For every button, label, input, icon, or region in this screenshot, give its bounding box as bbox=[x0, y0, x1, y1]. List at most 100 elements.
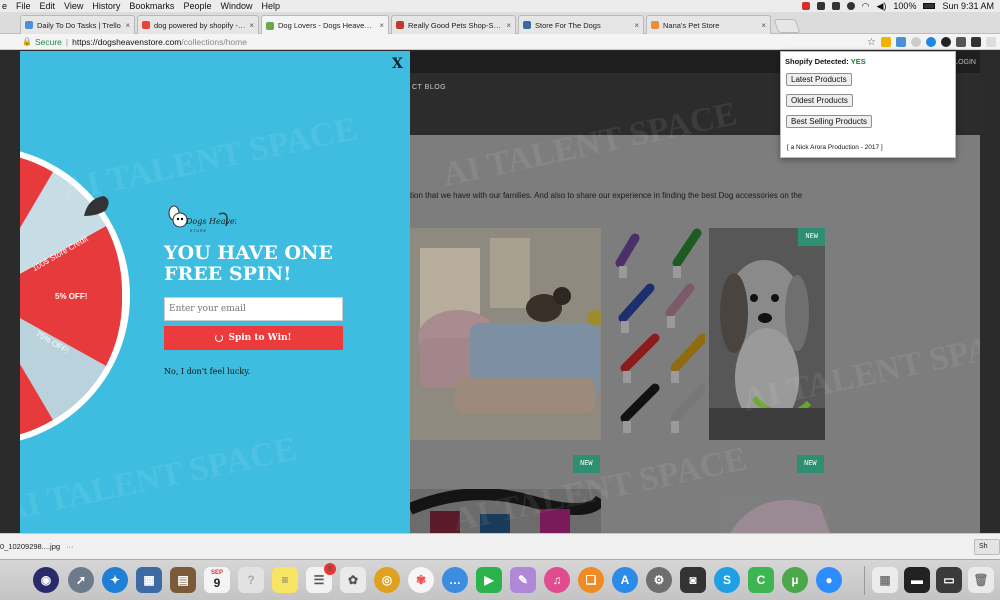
screenshot-icon[interactable]: ◙ bbox=[680, 567, 706, 593]
menu-file[interactable]: File bbox=[16, 1, 31, 11]
download-options-icon[interactable]: ··· bbox=[66, 542, 74, 551]
facetime-icon[interactable]: ▶ bbox=[476, 567, 502, 593]
logo-text: Dogs Heaven bbox=[185, 217, 236, 226]
latest-products-button[interactable]: Latest Products bbox=[786, 73, 852, 86]
mac-dock: ◉ ➚ ✦ ▦ ▤ SEP 9 ? ≡ ☰ 8 ✿ ◎ ✾ … ▶ ✎ ♫ ❑ A … bbox=[0, 559, 1000, 600]
app-store-icon[interactable]: A bbox=[612, 567, 638, 593]
zoom-icon[interactable]: ● bbox=[816, 567, 842, 593]
menu-history[interactable]: History bbox=[92, 1, 120, 11]
tab-nanas-pet-store[interactable]: Nana's Pet Store × bbox=[646, 15, 771, 34]
tab-close-icon[interactable]: × bbox=[761, 21, 766, 30]
volume-icon[interactable]: ◀) bbox=[877, 1, 887, 12]
app-menu-partial[interactable]: e bbox=[2, 1, 7, 11]
menu-bookmarks[interactable]: Bookmarks bbox=[129, 1, 174, 11]
help-icon[interactable]: ? bbox=[238, 567, 264, 593]
product-image-seat-belts[interactable] bbox=[615, 228, 705, 440]
calendar-day: 9 bbox=[213, 576, 221, 590]
decline-link[interactable]: No, I don't feel lucky. bbox=[164, 367, 250, 376]
url-text[interactable]: https://dogsheavenstore.com/collections/… bbox=[72, 37, 247, 47]
popup-close-button[interactable]: X bbox=[392, 56, 403, 72]
system-preferences-icon[interactable]: ⚙ bbox=[646, 567, 672, 593]
product-image-dog-beds[interactable] bbox=[410, 228, 601, 440]
email-input[interactable] bbox=[164, 297, 343, 321]
chrome-icon[interactable]: ◎ bbox=[374, 567, 400, 593]
tab-store-for-dogs[interactable]: Store For The Dogs × bbox=[518, 15, 644, 34]
extension-icon-grey[interactable] bbox=[911, 37, 921, 47]
photos-icon[interactable]: ✾ bbox=[408, 567, 434, 593]
launchpad-icon[interactable]: ➚ bbox=[68, 567, 94, 593]
menu-people[interactable]: People bbox=[183, 1, 211, 11]
photo-booth-icon[interactable]: ✿ bbox=[340, 567, 366, 593]
best-selling-products-button[interactable]: Best Selling Products bbox=[786, 115, 873, 128]
dog-bed-illustration bbox=[410, 228, 601, 440]
camtasia-icon[interactable]: C bbox=[748, 567, 774, 593]
battery-icon[interactable] bbox=[923, 3, 936, 9]
tab-trello[interactable]: Daily To Do Tasks | Trello × bbox=[20, 15, 135, 34]
screen-recorder-icon[interactable]: ▬ bbox=[904, 567, 930, 593]
calendar-icon[interactable]: SEP 9 bbox=[204, 567, 230, 593]
tab-close-icon[interactable]: × bbox=[634, 21, 639, 30]
tab-label: Nana's Pet Store bbox=[663, 20, 720, 30]
wifi-icon[interactable]: ◠ bbox=[862, 1, 870, 12]
menu-window[interactable]: Window bbox=[220, 1, 252, 11]
show-all-button[interactable]: Sh bbox=[974, 539, 1000, 555]
downloads-stack-icon[interactable]: ▦ bbox=[872, 567, 898, 593]
tab-google[interactable]: dog powered by shopify - Goo × bbox=[137, 15, 259, 34]
tab-close-icon[interactable]: × bbox=[506, 21, 511, 30]
cloud-tray-icon[interactable] bbox=[831, 2, 840, 10]
address-bar[interactable]: 🔒 Secure | https://dogsheavenstore.com/c… bbox=[0, 34, 1000, 50]
tab-close-icon[interactable]: × bbox=[379, 21, 384, 30]
quill-icon[interactable]: ✎ bbox=[510, 567, 536, 593]
spin-to-win-button[interactable]: Spin to Win! bbox=[164, 326, 343, 350]
extension-icon-mail[interactable] bbox=[986, 37, 996, 47]
login-link[interactable]: LOGIN bbox=[954, 59, 976, 66]
wheel-label-5-off: 5% OFF! bbox=[55, 292, 87, 301]
record-icon[interactable] bbox=[801, 2, 810, 10]
site-nav-menu[interactable]: CT BLOG bbox=[412, 84, 446, 91]
extension-icon-user[interactable] bbox=[971, 37, 981, 47]
extension-icon-recycle[interactable] bbox=[956, 37, 966, 47]
reminders-icon[interactable]: ☰ 8 bbox=[306, 563, 336, 593]
ibooks-icon[interactable]: ❑ bbox=[578, 567, 604, 593]
tab-close-icon[interactable]: × bbox=[249, 21, 254, 30]
dog-logo-icon: Dogs Heaven STORE bbox=[168, 205, 240, 233]
status-tray: ◠ ◀) 100% Sun 9:31 AM bbox=[801, 0, 994, 12]
menu-help[interactable]: Help bbox=[261, 1, 280, 11]
extension-icon-yellow[interactable] bbox=[881, 37, 891, 47]
download-item[interactable]: 0_10209298....jpg bbox=[0, 542, 60, 551]
extension-icon-circle[interactable] bbox=[926, 37, 936, 47]
menu-view[interactable]: View bbox=[64, 1, 83, 11]
clock[interactable]: Sun 9:31 AM bbox=[942, 1, 994, 11]
sync-tray-icon[interactable] bbox=[846, 2, 855, 10]
display-icon[interactable]: ▭ bbox=[936, 567, 962, 593]
tab-dogs-heaven[interactable]: Dog Lovers - Dogs Heaven St × bbox=[261, 15, 389, 35]
itunes-icon[interactable]: ♫ bbox=[544, 567, 570, 593]
notes-icon[interactable]: ≡ bbox=[272, 567, 298, 593]
product-image-blanket[interactable] bbox=[720, 491, 830, 533]
bookmark-star-icon[interactable]: ☆ bbox=[867, 37, 876, 48]
siri-icon[interactable]: ◉ bbox=[33, 567, 59, 593]
secure-label[interactable]: Secure bbox=[35, 37, 62, 47]
messages-icon[interactable]: … bbox=[442, 567, 468, 593]
trash-icon[interactable]: 🗑 bbox=[968, 567, 994, 593]
skype-tray-icon[interactable] bbox=[816, 2, 825, 10]
battery-percent[interactable]: 100% bbox=[893, 1, 916, 11]
tab-close-icon[interactable]: × bbox=[125, 21, 130, 30]
tab-really-good-pets[interactable]: Really Good Pets Shop-Suppl × bbox=[391, 15, 516, 34]
prize-wheel[interactable]: 100$ Store Credit 5% OFF! 75% OFF! bbox=[20, 146, 130, 446]
preview-icon[interactable]: ▦ bbox=[136, 567, 162, 593]
lock-icon[interactable]: 🔒 bbox=[22, 37, 32, 46]
notefile-icon[interactable]: ▤ bbox=[170, 567, 196, 593]
extension-icon-dark[interactable] bbox=[941, 37, 951, 47]
new-tab-button[interactable] bbox=[773, 19, 801, 33]
intro-text: tion that we have with our families. And… bbox=[410, 191, 803, 200]
skype-icon[interactable]: S bbox=[714, 567, 740, 593]
menu-edit[interactable]: Edit bbox=[40, 1, 56, 11]
oldest-products-button[interactable]: Oldest Products bbox=[786, 94, 853, 107]
shopify-favicon bbox=[266, 21, 274, 30]
safari-icon[interactable]: ✦ bbox=[102, 567, 128, 593]
extension-icon-blue[interactable] bbox=[896, 37, 906, 47]
product-image-dog-seatbelt[interactable]: NEW bbox=[709, 228, 825, 440]
utorrent-icon[interactable]: µ bbox=[782, 567, 808, 593]
product-image-harness[interactable] bbox=[410, 489, 601, 533]
